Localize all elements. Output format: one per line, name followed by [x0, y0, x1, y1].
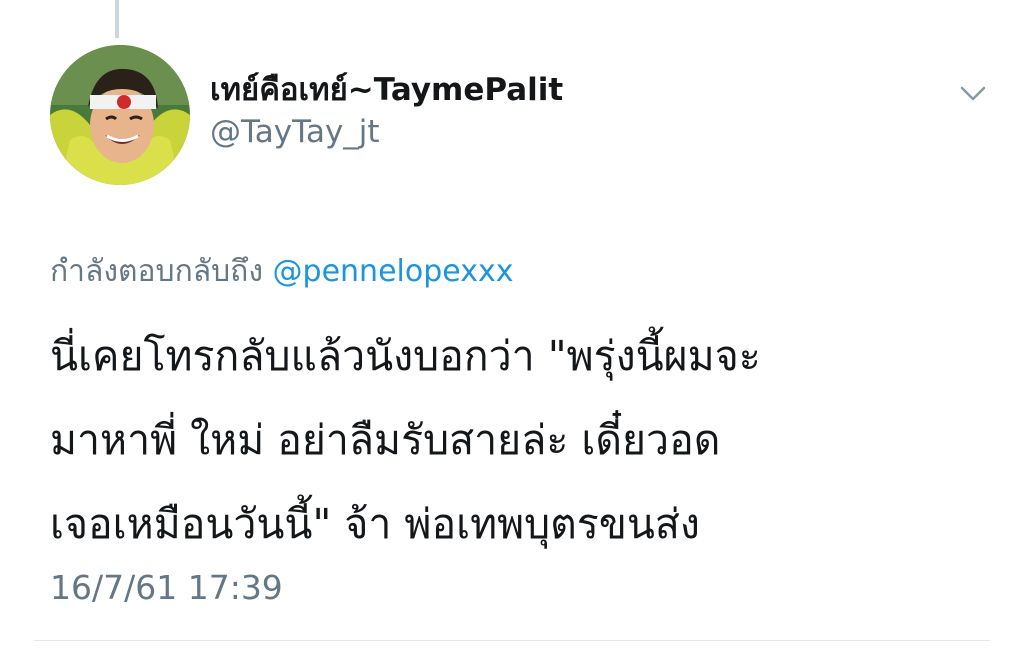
author-display-name[interactable]: เทย์คือเทย์~TaymePalit [210, 64, 563, 114]
author-handle[interactable]: @TayTay_jt [210, 114, 380, 150]
tweet-text-line: นี่เคยโทรกลับแล้วนังบอกว่า "พรุ่งนี้ผมจะ [50, 332, 761, 380]
reply-context: กำลังตอบกลับถึง @pennelopexxx [50, 248, 513, 295]
reply-prefix: กำลังตอบกลับถึง [50, 254, 263, 289]
tweet-text-line: มาหาพี่ ใหม่ อย่าลืมรับสายล่ะ เดี๋ยวอด [50, 416, 721, 464]
avatar-photo-icon [50, 45, 190, 185]
tweet-text-line: เจอเหมือนวันนี้" จ้า พ่อเทพบุตรขนส่ง [50, 500, 700, 548]
reply-mention-link[interactable]: @pennelopexxx [273, 254, 514, 289]
tweet-text: นี่เคยโทรกลับแล้วนังบอกว่า "พรุ่งนี้ผมจะ… [50, 314, 1010, 566]
divider [34, 640, 990, 641]
thread-connector-line [115, 0, 119, 38]
tweet-timestamp[interactable]: 16/7/61 17:39 [50, 568, 283, 607]
chevron-down-icon[interactable] [956, 76, 990, 110]
avatar[interactable] [50, 45, 190, 185]
